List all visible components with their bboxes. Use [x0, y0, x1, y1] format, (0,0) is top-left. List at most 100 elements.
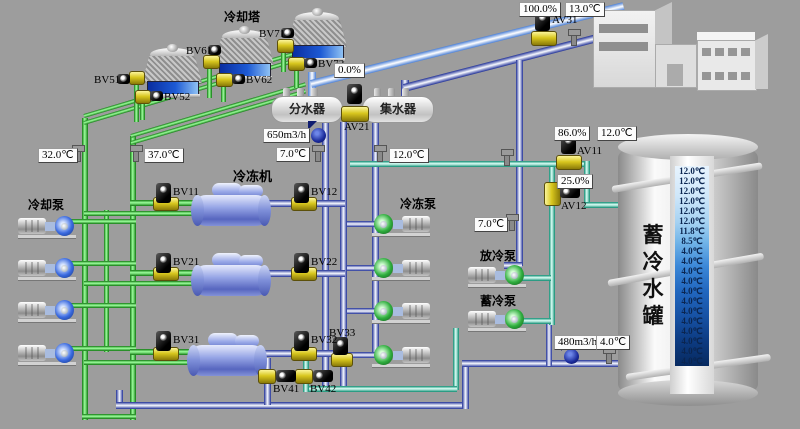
- flow-meter-tank: [564, 349, 579, 364]
- pump-head: [505, 265, 524, 285]
- valve-bv12-actuator[interactable]: [294, 183, 309, 203]
- label-main-flow: 650m3/h: [263, 128, 310, 143]
- valve-bv11-actuator[interactable]: [156, 183, 171, 203]
- pump-base: [18, 319, 76, 323]
- pump-motor: [402, 303, 430, 319]
- tank-temperature-row: 4.0℃: [675, 296, 709, 306]
- pipe-cooling-return-riser: [130, 136, 136, 420]
- cooling-pump-4[interactable]: [18, 340, 76, 366]
- label-cooling-return-temp: 37.0℃: [144, 148, 184, 163]
- pump-motor: [18, 302, 46, 318]
- valve-bv51[interactable]: [129, 71, 145, 85]
- tank-temperature-row: 12.0℃: [675, 176, 709, 186]
- pump-head: [55, 300, 74, 320]
- chiller-title: 冷冻机: [233, 166, 272, 185]
- label-av21-opening: 0.0%: [334, 63, 365, 78]
- building-2-windows-row-2: [702, 72, 750, 80]
- tank-temperature-row: 4.0℃: [675, 356, 709, 366]
- building-2-windows-row-1: [702, 48, 750, 56]
- tank-temperature-row: 4.0℃: [675, 276, 709, 286]
- valve-bv61[interactable]: [203, 55, 220, 69]
- pump-head: [374, 258, 393, 278]
- label-discharge-line-temp: 7.0℃: [474, 217, 508, 232]
- valve-bv21-label: BV21: [173, 256, 199, 268]
- discharge-line-temp-sensor: [509, 218, 515, 231]
- valve-bv33[interactable]: [331, 353, 353, 367]
- valve-av21-actuator[interactable]: [347, 84, 362, 104]
- pump-head: [374, 345, 393, 365]
- chiller-3: [188, 332, 266, 378]
- storage-pump[interactable]: [468, 306, 526, 332]
- valve-bv72-actuator[interactable]: [304, 58, 317, 68]
- pipe-cooling-supply-riser: [82, 118, 88, 420]
- valve-bv32-actuator[interactable]: [294, 331, 309, 351]
- tank-temperature-row: 4.0℃: [675, 306, 709, 316]
- pipe-storage-pump-inlet-drop: [453, 328, 459, 390]
- valve-bv42-actuator[interactable]: [313, 370, 333, 382]
- valve-bv41[interactable]: [258, 369, 276, 384]
- valve-bv62[interactable]: [216, 73, 233, 87]
- pump-head: [55, 343, 74, 363]
- tank-temperature-row: 4.0℃: [675, 286, 709, 296]
- valve-av12-label: AV12: [561, 200, 586, 212]
- pump-coupling: [495, 271, 505, 280]
- cooling-pump-2[interactable]: [18, 255, 76, 281]
- valve-bv11-label: BV11: [173, 186, 199, 198]
- tank-temperature-row: 11.8℃: [675, 226, 709, 236]
- chilled-pump-2[interactable]: [372, 255, 430, 281]
- tank-temperature-row: 4.0℃: [675, 266, 709, 276]
- valve-bv12-label: BV12: [311, 186, 337, 198]
- tank-top-line-sensor: [504, 153, 510, 166]
- valve-bv61-label: BV61: [186, 45, 212, 57]
- pump-head: [55, 258, 74, 278]
- building-main-window-strip-2: [599, 42, 648, 51]
- valve-bv42[interactable]: [295, 369, 313, 384]
- chilled-pump-4[interactable]: [372, 342, 430, 368]
- cooling-pump-title: 冷却泵: [28, 196, 64, 213]
- pump-motor: [468, 311, 496, 327]
- tank-temperature-row: 12.0℃: [675, 216, 709, 226]
- valve-bv22-actuator[interactable]: [294, 253, 309, 273]
- pump-coupling: [393, 351, 403, 360]
- tank-temperature-row: 4.0℃: [675, 256, 709, 266]
- pump-motor: [18, 345, 46, 361]
- scada-canvas: 冷却塔 BV51 BV52 BV61 BV62 BV71 BV72 分水器 集水…: [0, 0, 800, 429]
- valve-bv21-actuator[interactable]: [156, 253, 171, 273]
- pipe-cooling-bottom-tie: [82, 414, 136, 419]
- pump-head: [374, 301, 393, 321]
- valve-bv31-label: BV31: [173, 334, 199, 346]
- storage-tank: 12.0℃12.0℃12.0℃12.0℃12.0℃12.0℃11.8℃8.5℃4…: [618, 134, 760, 406]
- valve-bv31-actuator[interactable]: [156, 331, 171, 351]
- chiller-shell: [192, 195, 270, 226]
- valve-av21[interactable]: [341, 106, 369, 122]
- label-av12-opening: 25.0%: [557, 174, 593, 189]
- pump-motor: [402, 216, 430, 232]
- tank-temperature-row: 12.0℃: [675, 166, 709, 176]
- valve-bv71[interactable]: [277, 39, 294, 53]
- cooling-pump-3[interactable]: [18, 297, 76, 323]
- label-chilled-return-temp: 12.0℃: [389, 148, 429, 163]
- chilled-pump-3[interactable]: [372, 298, 430, 324]
- pump-head: [55, 216, 74, 236]
- chilled-return-temp-sensor: [377, 149, 383, 162]
- pump-head: [505, 309, 524, 329]
- valve-bv41-actuator[interactable]: [276, 370, 296, 382]
- chilled-pump-title: 冷冻泵: [400, 195, 436, 212]
- tower-body: [287, 20, 347, 47]
- distributor-vessel: 分水器: [271, 96, 343, 123]
- tank-temperature-row: 4.0℃: [675, 326, 709, 336]
- label-tank-line-temp: 4.0℃: [596, 335, 630, 350]
- chilled-pump-1[interactable]: [372, 211, 430, 237]
- valve-av31[interactable]: [531, 31, 557, 46]
- valve-bv72[interactable]: [288, 57, 305, 71]
- cooling-pump-1[interactable]: [18, 213, 76, 239]
- discharge-pump[interactable]: [468, 262, 526, 288]
- tank-temperature-row: 12.0℃: [675, 186, 709, 196]
- valve-bv52[interactable]: [135, 90, 151, 104]
- valve-bv52-actuator[interactable]: [150, 91, 163, 101]
- valve-av11[interactable]: [556, 155, 582, 170]
- pump-motor: [402, 260, 430, 276]
- discharge-pump-title: 放冷泵: [480, 247, 516, 264]
- tank-temperature-row: 4.0℃: [675, 346, 709, 356]
- valve-bv62-actuator[interactable]: [232, 74, 245, 84]
